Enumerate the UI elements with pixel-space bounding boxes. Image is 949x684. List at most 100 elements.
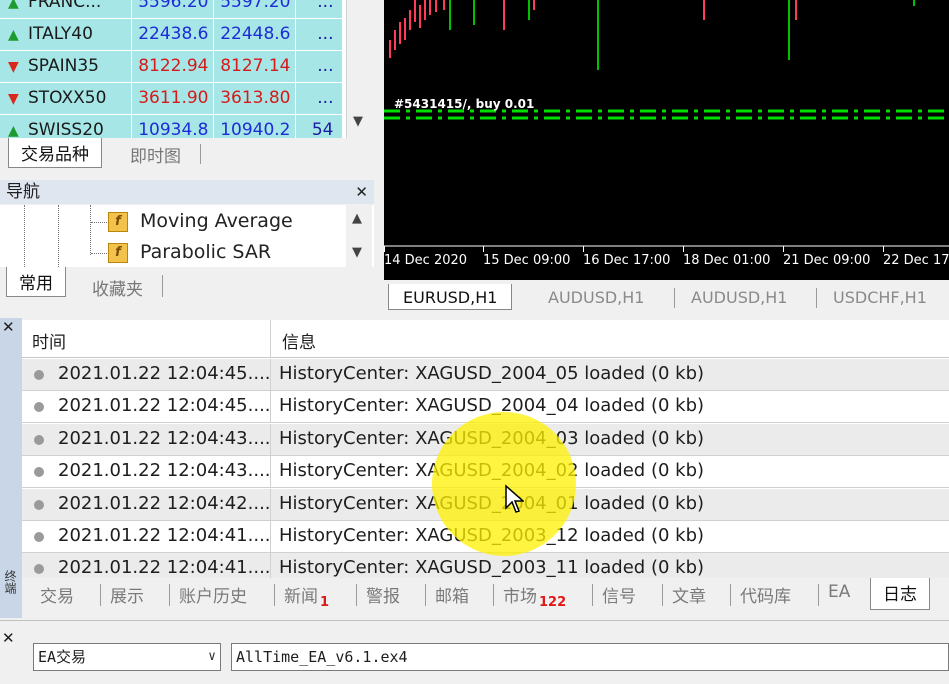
close-icon[interactable]: ✕ [2, 629, 15, 647]
terminal-tab-label: 账户历史 [179, 587, 247, 607]
column-header-time[interactable]: 时间 [32, 328, 66, 353]
tree-line [24, 205, 25, 267]
market-watch-row[interactable]: ▲ SWISS20 10934.8 10940.2 54 [0, 114, 343, 138]
log-row[interactable]: 2021.01.22 12:04:41.... HistoryCenter: XA… [22, 553, 949, 578]
market-watch-row[interactable]: ▲ FRANC... 5596.20 5597.20 ... [0, 0, 343, 19]
mt4-window: ▲ FRANC... 5596.20 5597.20 ... ▲ ITALY40 2… [0, 0, 949, 684]
close-icon[interactable]: ✕ [355, 180, 368, 204]
tab-chart-eurusd[interactable]: EURUSD,H1 [388, 284, 513, 310]
navigator-item-label: Parabolic SAR [140, 241, 272, 263]
tab-terminal-6[interactable]: 市场 122 [503, 582, 567, 610]
terminal-tab-label: 新闻 [284, 587, 318, 607]
up-arrow-icon: ▲ [8, 0, 19, 11]
log-row[interactable]: 2021.01.22 12:04:43.... HistoryCenter: XA… [22, 423, 949, 456]
tester-mode-select[interactable]: EA交易 ∨ [33, 643, 221, 671]
time-axis-tick [683, 246, 684, 252]
chevron-up-icon[interactable]: ▲ [352, 211, 362, 226]
navigator-scrollbar[interactable]: ▲ ▼ [346, 205, 372, 267]
tab-terminal-5[interactable]: 邮箱 [435, 582, 469, 607]
market-watch-tabs: 交易品种 即时图 [0, 138, 374, 170]
navigator-title: 导航 [6, 182, 40, 202]
close-icon[interactable]: ✕ [2, 318, 15, 336]
chevron-down-icon[interactable]: ▼ [352, 245, 362, 260]
tab-terminal-11[interactable]: 日志 [870, 578, 930, 610]
navigator-item-moving-average[interactable]: f Moving Average [108, 210, 293, 232]
tab-terminal-3[interactable]: 新闻 1 [284, 582, 329, 610]
ask-price: 3613.80 [213, 82, 296, 115]
log-row[interactable]: 2021.01.22 12:04:43.... HistoryCenter: XA… [22, 456, 949, 489]
symbol-name: SPAIN35 [28, 56, 99, 76]
tab-chart-audusd-2[interactable]: AUDUSD,H1 [691, 288, 787, 307]
tab-terminal-1[interactable]: 展示 [110, 582, 144, 607]
tab-favorites[interactable]: 收藏夹 [92, 275, 143, 300]
tab-divider [674, 288, 675, 308]
tab-divider [816, 288, 817, 308]
expert-file-select[interactable]: AllTime_EA_v6.1.ex4 [231, 643, 949, 671]
bid-price: 10934.8 [131, 114, 214, 138]
tab-divider [162, 275, 163, 297]
log-time: 2021.01.22 12:04:45.... [58, 363, 271, 384]
tab-terminal-10[interactable]: EA [828, 582, 850, 602]
tab-terminal-7[interactable]: 信号 [602, 582, 636, 607]
log-row[interactable]: 2021.01.22 12:04:45.... HistoryCenter: XA… [22, 359, 949, 391]
tab-divider [592, 584, 593, 606]
terminal-tab-label: 文章 [672, 587, 706, 607]
terminal-tab-label: 信号 [602, 587, 636, 607]
spread: ... [295, 50, 343, 83]
log-header: 时间 信息 [22, 320, 949, 358]
ask-price: 22448.6 [213, 18, 296, 51]
terminal-side-label: 终端 [3, 570, 17, 594]
chevron-down-icon[interactable]: ▼ [353, 114, 363, 129]
log-row[interactable]: 2021.01.22 12:04:45.... HistoryCenter: XA… [22, 391, 949, 424]
tab-divider [169, 584, 170, 606]
tab-terminal-8[interactable]: 文章 [672, 582, 706, 607]
tab-symbols[interactable]: 交易品种 [8, 138, 102, 168]
chart-tabs: EURUSD,H1 AUDUSD,H1 AUDUSD,H1 USDCHF,H1 [378, 280, 949, 314]
bid-price: 22438.6 [131, 18, 214, 51]
navigator-tabs: 常用 收藏夹 [0, 267, 374, 305]
time-axis-label: 22 Dec 17 [883, 253, 949, 268]
market-watch-row[interactable]: ▼ STOXX50 3611.90 3613.80 ... [0, 82, 343, 115]
market-watch-scrollbar[interactable]: ▼ [346, 0, 372, 138]
symbol-name: ITALY40 [28, 24, 93, 44]
spread: 54 [295, 114, 343, 138]
log-level-icon [34, 564, 44, 575]
terminal-tab-label: 警报 [366, 587, 400, 607]
column-divider [270, 359, 271, 391]
chevron-down-icon[interactable]: ∨ [208, 644, 216, 670]
up-arrow-icon: ▲ [8, 27, 19, 43]
price-chart[interactable]: #5431415/, buy 0.01 14 Dec 2020 15 Dec 09… [384, 0, 949, 280]
log-row[interactable]: 2021.01.22 12:04:42.... HistoryCenter: XA… [22, 488, 949, 521]
market-watch-row[interactable]: ▼ SPAIN35 8122.94 8127.14 ... [0, 50, 343, 83]
log-level-icon [34, 370, 44, 380]
ask-price: 10940.2 [213, 114, 296, 138]
column-divider [270, 521, 271, 553]
chart-canvas: #5431415/, buy 0.01 [384, 0, 949, 247]
tab-terminal-2[interactable]: 账户历史 [179, 582, 247, 607]
column-header-message[interactable]: 信息 [282, 328, 316, 353]
tab-divider [274, 584, 275, 606]
tab-tick-chart[interactable]: 即时图 [130, 142, 181, 167]
tab-terminal-4[interactable]: 警报 [366, 582, 400, 607]
bid-price: 8122.94 [131, 50, 214, 83]
tab-chart-audusd[interactable]: AUDUSD,H1 [548, 288, 644, 307]
tester-mode-value: EA交易 [38, 648, 87, 666]
log-row[interactable]: 2021.01.22 12:04:41.... HistoryCenter: XA… [22, 521, 949, 553]
tab-badge: 122 [539, 595, 567, 610]
strategy-tester-panel: ✕ EA交易 ∨ AllTime_EA_v6.1.ex4 [0, 620, 949, 684]
tree-line [91, 222, 107, 223]
log-message: HistoryCenter: XAGUSD_2004_02 loaded (0 … [279, 460, 705, 482]
column-divider [270, 320, 271, 358]
tab-terminal-0[interactable]: 交易 [40, 582, 74, 607]
market-watch-row[interactable]: ▲ ITALY40 22438.6 22448.6 ... [0, 18, 343, 51]
tab-terminal-9[interactable]: 代码库 [740, 582, 791, 607]
log-message: HistoryCenter: XAGUSD_2003_12 loaded (0 … [279, 525, 705, 546]
ask-price: 5597.20 [213, 0, 296, 19]
tab-chart-usdchf[interactable]: USDCHF,H1 [833, 288, 927, 307]
tab-common[interactable]: 常用 [6, 267, 66, 297]
spread: ... [295, 0, 343, 19]
log-level-icon [34, 499, 44, 510]
navigator-item-parabolic-sar[interactable]: f Parabolic SAR [108, 241, 271, 263]
tab-divider [493, 584, 494, 606]
tree-line [90, 205, 91, 255]
